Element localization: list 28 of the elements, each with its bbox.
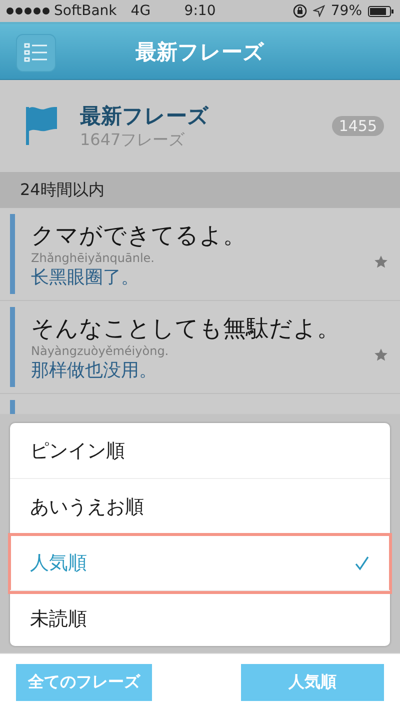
- sort-option[interactable]: あいうえお順: [10, 478, 390, 534]
- menu-button[interactable]: [16, 34, 56, 72]
- checkmark-icon: [354, 554, 370, 570]
- battery-icon: [368, 6, 394, 16]
- network-type: 4G: [130, 3, 151, 19]
- section-title: 24時間以内: [20, 180, 104, 200]
- list-icon: [24, 42, 48, 64]
- phrase-count: 1647フレーズ: [80, 130, 186, 150]
- unread-badge: 1455: [332, 116, 384, 136]
- chinese-phrase: 那样做也没用。: [31, 358, 158, 382]
- chinese-phrase: 长黑眼圈了。: [31, 266, 140, 288]
- flag-icon: [24, 105, 58, 147]
- star-icon[interactable]: [374, 255, 388, 269]
- carrier-name: SoftBank: [54, 3, 117, 19]
- clock-time: 9:10: [184, 3, 216, 19]
- sort-option[interactable]: ピンイン順: [10, 423, 390, 478]
- battery-percent: 79%: [330, 3, 362, 19]
- pinyin-text: Nàyàngzuòyěméiyòng.: [31, 344, 170, 358]
- sort-option[interactable]: 未読順: [10, 590, 390, 646]
- japanese-phrase: そんなことしても無駄だよ。: [31, 314, 341, 344]
- folder-title: 最新フレーズ: [80, 102, 210, 130]
- rotation-lock-icon: [292, 4, 307, 18]
- pinyin-text: Zhǎnghēiyǎnquānle.: [31, 250, 156, 264]
- location-arrow-icon: [312, 5, 325, 17]
- signal-icon: [6, 7, 50, 15]
- japanese-phrase: クマができてるよ。: [31, 222, 247, 250]
- star-icon[interactable]: [374, 348, 388, 362]
- screen-title: 最新フレーズ: [134, 38, 266, 66]
